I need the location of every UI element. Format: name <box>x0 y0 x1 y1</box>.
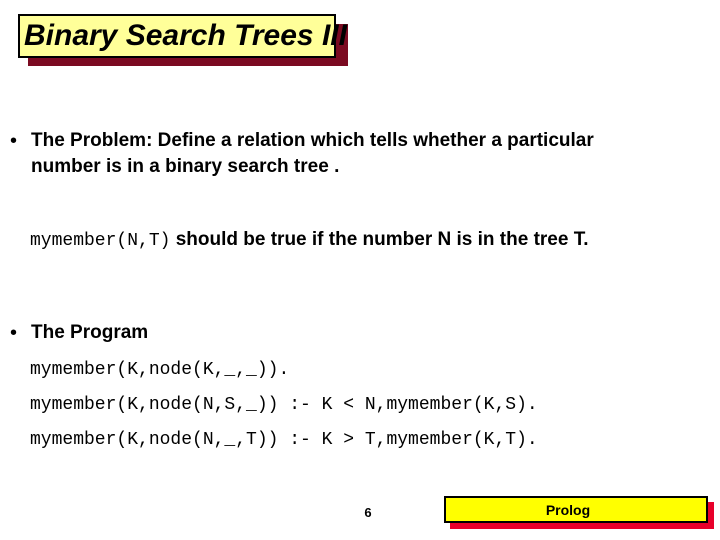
bullet-marker-icon: • <box>10 130 18 152</box>
page-number: 6 <box>364 505 372 520</box>
slide-title-banner: Binary Search Trees III <box>18 14 348 66</box>
bullet-item-program-label: The Program <box>31 322 149 343</box>
mymember-description: mymember(N,T) should be true if the numb… <box>30 226 690 255</box>
footer-banner-box: Prolog <box>444 496 708 523</box>
bullet-item-problem: • The Problem: Define a relation which t… <box>10 128 670 180</box>
code-line: mymember(K,node(N,_,T)) :- K > T,mymembe… <box>30 430 538 450</box>
bullet-item-program: • The Program <box>10 320 410 346</box>
prolog-code-block: mymember(K,node(K,_,_)). mymember(K,node… <box>30 353 710 458</box>
page-title: Binary Search Trees III <box>24 19 347 52</box>
bullet-item-problem-label: The Problem: Define a relation which tel… <box>31 130 594 177</box>
code-line: mymember(K,node(N,S,_)) :- K < N,mymembe… <box>30 395 538 415</box>
mymember-signature-code: mymember(N,T) <box>30 231 171 251</box>
footer-banner: Prolog <box>444 496 714 531</box>
code-line: mymember(K,node(K,_,_)). <box>30 360 290 380</box>
mymember-description-prose: should be true if the number N is in the… <box>170 229 589 250</box>
footer-label: Prolog <box>545 501 591 518</box>
bullet-marker-icon: • <box>10 322 18 344</box>
